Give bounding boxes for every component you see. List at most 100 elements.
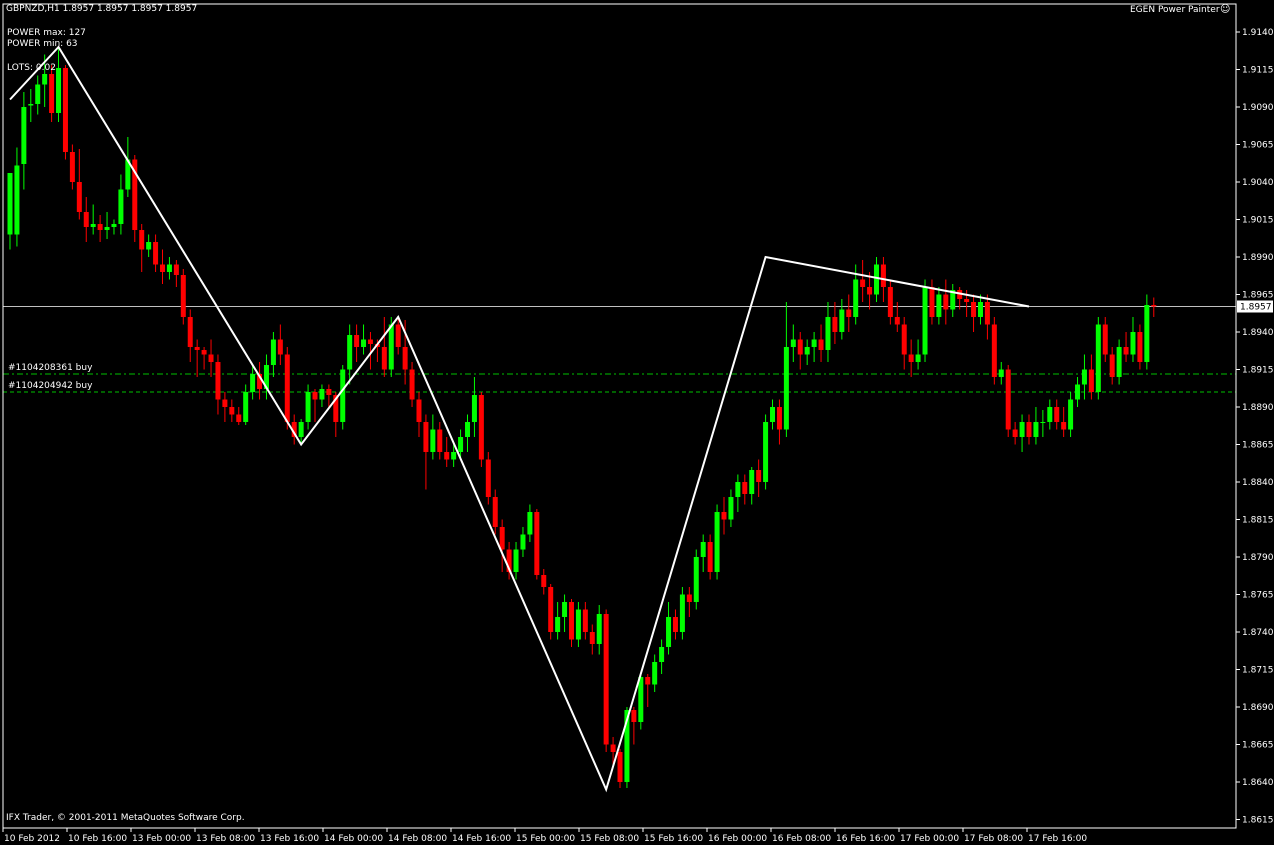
price-chart[interactable]: 1.9140 1.9115 1.9090 1.9065 1.9040 1.9015 1.89…	[0, 0, 1274, 845]
candle-body	[1075, 384, 1081, 400]
candle-body	[201, 350, 207, 355]
candle-body	[83, 212, 89, 227]
candle-body	[7, 173, 13, 235]
lots-label: LOTS: 0.02	[7, 63, 56, 73]
candle-body	[596, 614, 602, 644]
candle-body	[1137, 332, 1143, 362]
candle-body	[1068, 399, 1074, 430]
candle-body	[340, 369, 346, 422]
smiley-face-icon: ☺	[1220, 4, 1231, 15]
candle-body	[326, 389, 332, 395]
candle-body	[763, 422, 769, 482]
candle-body	[943, 294, 949, 310]
candle-body	[1151, 305, 1157, 307]
candle-body	[1116, 347, 1122, 377]
y-tick-label: 1.8740	[1242, 628, 1274, 638]
candle-body	[825, 317, 831, 350]
candle-body	[929, 287, 935, 317]
candle-body	[1026, 422, 1032, 437]
order-label[interactable]: #1104208361 buy	[8, 363, 92, 374]
candle-body	[652, 662, 658, 685]
candle-body	[1040, 422, 1046, 423]
candle-body	[790, 339, 796, 347]
candle-body	[1130, 332, 1136, 355]
candle-body	[756, 470, 762, 482]
candle-body	[1102, 324, 1108, 355]
candle-body	[915, 354, 921, 362]
candle-body	[395, 324, 401, 347]
y-tick-label: 1.8840	[1242, 478, 1274, 488]
candle-body	[742, 482, 748, 494]
candle-body	[208, 354, 214, 362]
candle-body	[250, 374, 256, 392]
candle-body	[853, 279, 859, 317]
candle-body	[423, 422, 429, 452]
candle-body	[319, 389, 325, 400]
candle-body	[97, 224, 103, 230]
candle-body	[416, 399, 422, 422]
x-tick-label: 10 Feb 2012	[4, 834, 60, 844]
candle-body	[922, 287, 928, 355]
y-tick-label: 1.9015	[1242, 216, 1274, 226]
candle-body	[749, 470, 755, 494]
candle-body	[832, 317, 838, 332]
candle-body	[430, 429, 436, 452]
candle-body	[180, 275, 186, 317]
candle-body	[451, 452, 457, 460]
candle-body	[659, 647, 665, 662]
candle-body	[1081, 369, 1087, 385]
candle-body	[555, 617, 561, 632]
candle-body	[638, 677, 644, 722]
candle-body	[56, 68, 62, 113]
y-tick-label: 1.8765	[1242, 591, 1274, 601]
candle-body	[672, 617, 678, 632]
x-tick-label: 13 Feb 00:00	[132, 834, 191, 844]
order-label[interactable]: #1104204942 buy	[8, 381, 92, 392]
candle-body	[361, 339, 367, 347]
candle-body	[166, 264, 172, 272]
candle-body	[499, 527, 505, 550]
candle-body	[146, 242, 152, 250]
candle-body	[312, 392, 318, 400]
x-tick-label: 17 Feb 00:00	[900, 834, 959, 844]
candle-body	[534, 512, 540, 575]
candle-body	[776, 407, 782, 430]
candle-body	[887, 287, 893, 317]
candle-body	[714, 512, 720, 572]
candle-body	[971, 302, 977, 317]
candle-body	[194, 347, 200, 350]
candle-body	[527, 512, 533, 535]
x-tick-label: 16 Feb 08:00	[772, 834, 831, 844]
candle-body	[735, 482, 741, 497]
y-tick-label: 1.9090	[1242, 103, 1274, 113]
candle-body	[69, 152, 75, 182]
candle-body	[520, 534, 526, 550]
candle-body	[478, 395, 484, 460]
y-tick-label: 1.8965	[1242, 291, 1274, 301]
candle-body	[14, 165, 20, 235]
candle-body	[804, 347, 810, 355]
candle-body	[1033, 422, 1039, 437]
candle-body	[354, 335, 360, 347]
candle-body	[35, 84, 41, 104]
y-tick-label: 1.8665	[1242, 741, 1274, 751]
candle-body	[471, 395, 477, 422]
x-tick-label: 17 Feb 16:00	[1028, 834, 1087, 844]
candle-body	[936, 294, 942, 317]
chart-window[interactable]: 1.9140 1.9115 1.9090 1.9065 1.9040 1.9015 1.89…	[0, 0, 1274, 845]
candle-body	[485, 459, 491, 497]
indicator-name: EGEN Power Painter	[1130, 5, 1220, 15]
candle-body	[1047, 407, 1053, 422]
power-max-label: POWER max: 127	[7, 28, 86, 38]
y-tick-label: 1.8715	[1242, 666, 1274, 676]
chart-title: GBPNZD,H1 1.8957 1.8957 1.8957 1.8957	[6, 4, 198, 14]
candle-body	[908, 354, 914, 362]
y-tick-label: 1.8865	[1242, 441, 1274, 451]
candle-body	[444, 452, 450, 460]
candle-body	[991, 324, 997, 377]
candles-layer	[7, 47, 1157, 788]
order-lines[interactable]	[3, 373, 1236, 393]
candle-body	[409, 369, 415, 400]
x-tick-label: 13 Feb 16:00	[260, 834, 319, 844]
candle-body	[582, 609, 588, 632]
